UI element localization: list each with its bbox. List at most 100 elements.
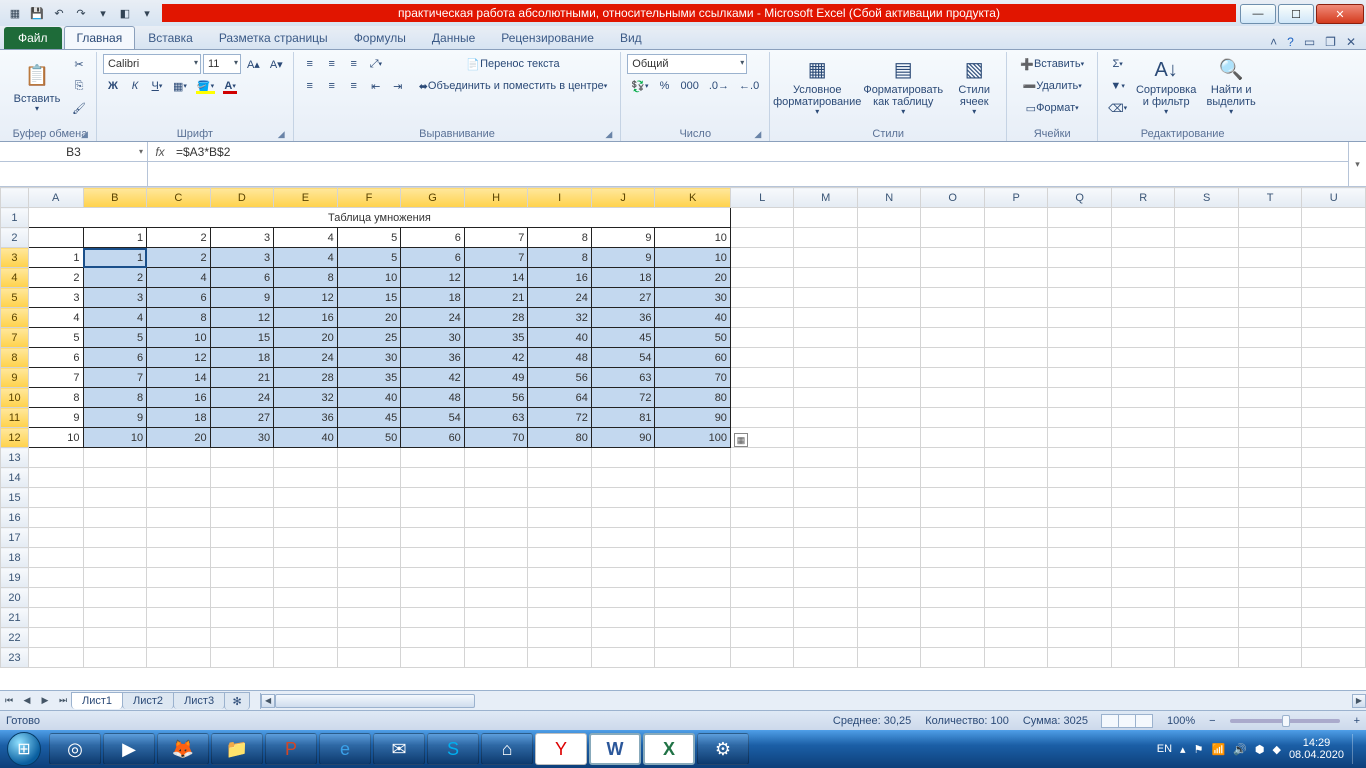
cell[interactable] bbox=[730, 588, 793, 608]
cell[interactable] bbox=[1238, 228, 1301, 248]
cell[interactable] bbox=[28, 448, 83, 468]
cell[interactable] bbox=[857, 268, 921, 288]
tray-ico1[interactable]: ⬢ bbox=[1255, 743, 1265, 756]
cell[interactable] bbox=[655, 488, 730, 508]
cell[interactable] bbox=[401, 628, 465, 648]
cell[interactable] bbox=[591, 608, 655, 628]
qat-dd-icon[interactable]: ▾ bbox=[138, 4, 156, 22]
cell[interactable]: 5 bbox=[337, 228, 401, 248]
col-header[interactable]: I bbox=[528, 188, 592, 208]
conditional-formatting-button[interactable]: ▦Условное форматирование▾ bbox=[776, 54, 858, 120]
cell[interactable] bbox=[1111, 308, 1175, 328]
cell[interactable] bbox=[794, 288, 858, 308]
cell[interactable] bbox=[857, 348, 921, 368]
cell[interactable] bbox=[857, 228, 921, 248]
taskbar-skype[interactable]: S bbox=[427, 733, 479, 765]
start-button[interactable]: ⊞ bbox=[0, 730, 48, 768]
cell[interactable] bbox=[1048, 648, 1112, 668]
cell[interactable] bbox=[591, 508, 655, 528]
cell[interactable] bbox=[655, 648, 730, 668]
cell[interactable] bbox=[401, 548, 465, 568]
cell[interactable]: 4 bbox=[274, 248, 338, 268]
cell[interactable]: 8 bbox=[274, 268, 338, 288]
cell[interactable] bbox=[274, 488, 338, 508]
cell[interactable]: 4 bbox=[28, 308, 83, 328]
cell[interactable]: 14 bbox=[464, 268, 528, 288]
cell[interactable] bbox=[1302, 248, 1366, 268]
cell[interactable] bbox=[984, 548, 1047, 568]
cell[interactable] bbox=[1302, 208, 1366, 228]
cell[interactable]: 6 bbox=[83, 348, 147, 368]
cell[interactable] bbox=[655, 448, 730, 468]
cell[interactable] bbox=[921, 408, 985, 428]
cell[interactable] bbox=[83, 548, 147, 568]
cell[interactable] bbox=[464, 588, 528, 608]
cell[interactable] bbox=[1302, 388, 1366, 408]
cell[interactable] bbox=[1175, 208, 1238, 228]
align-center-icon[interactable]: ≡ bbox=[322, 76, 342, 96]
cell[interactable] bbox=[1302, 448, 1366, 468]
cell[interactable] bbox=[1175, 448, 1238, 468]
cell[interactable] bbox=[730, 548, 793, 568]
row-header[interactable]: 15 bbox=[1, 488, 29, 508]
cell[interactable] bbox=[1048, 528, 1112, 548]
taskbar-ie[interactable]: e bbox=[319, 733, 371, 765]
cell[interactable] bbox=[1175, 348, 1238, 368]
cell[interactable] bbox=[1048, 568, 1112, 588]
cell[interactable]: 9 bbox=[28, 408, 83, 428]
cell[interactable]: 100 bbox=[655, 428, 730, 448]
cell[interactable] bbox=[1111, 448, 1175, 468]
cell[interactable] bbox=[655, 468, 730, 488]
cell[interactable] bbox=[401, 528, 465, 548]
cell[interactable] bbox=[274, 528, 338, 548]
indent-dec-icon[interactable]: ⇤ bbox=[366, 76, 386, 96]
indent-inc-icon[interactable]: ⇥ bbox=[388, 76, 408, 96]
cell[interactable]: 28 bbox=[274, 368, 338, 388]
qat-more-icon[interactable]: ▾ bbox=[94, 4, 112, 22]
copy-icon[interactable]: ⎘ bbox=[68, 76, 90, 96]
cell[interactable] bbox=[337, 608, 401, 628]
cell[interactable] bbox=[1111, 228, 1175, 248]
name-box[interactable]: B3▾ bbox=[0, 142, 147, 162]
worksheet-grid[interactable]: ABCDEFGHIJKLMNOPQRSTU1Таблица умножения2… bbox=[0, 187, 1366, 690]
cell[interactable]: 24 bbox=[401, 308, 465, 328]
clipboard-dialog-icon[interactable]: ◢ bbox=[81, 129, 88, 140]
cell[interactable]: 32 bbox=[274, 388, 338, 408]
cell[interactable] bbox=[1111, 608, 1175, 628]
cell[interactable] bbox=[921, 528, 985, 548]
cell[interactable] bbox=[730, 388, 793, 408]
cell[interactable] bbox=[1302, 308, 1366, 328]
cell[interactable] bbox=[1048, 228, 1112, 248]
cell[interactable] bbox=[1238, 468, 1301, 488]
tray-clock[interactable]: 14:29 08.04.2020 bbox=[1289, 737, 1344, 761]
cell[interactable]: 60 bbox=[401, 428, 465, 448]
cell[interactable] bbox=[1302, 488, 1366, 508]
cell[interactable] bbox=[528, 448, 592, 468]
align-top-icon[interactable]: ≡ bbox=[300, 54, 320, 74]
tray-ico2[interactable]: ◆ bbox=[1272, 743, 1280, 756]
cell[interactable] bbox=[401, 448, 465, 468]
cell[interactable] bbox=[921, 448, 985, 468]
cell[interactable] bbox=[210, 588, 274, 608]
cell[interactable] bbox=[857, 388, 921, 408]
cell[interactable] bbox=[655, 588, 730, 608]
cell[interactable] bbox=[794, 388, 858, 408]
cell[interactable] bbox=[655, 548, 730, 568]
cell[interactable]: 54 bbox=[591, 348, 655, 368]
col-header[interactable]: H bbox=[464, 188, 528, 208]
cell[interactable]: 4 bbox=[274, 228, 338, 248]
cell[interactable]: 24 bbox=[274, 348, 338, 368]
taskbar-app-2[interactable]: ▶ bbox=[103, 733, 155, 765]
cell[interactable] bbox=[984, 208, 1047, 228]
cell[interactable] bbox=[274, 608, 338, 628]
row-header[interactable]: 7 bbox=[1, 328, 29, 348]
cell[interactable]: 50 bbox=[655, 328, 730, 348]
cell[interactable] bbox=[1175, 508, 1238, 528]
cell[interactable] bbox=[1302, 508, 1366, 528]
cell[interactable]: 15 bbox=[210, 328, 274, 348]
cell[interactable]: 3 bbox=[83, 288, 147, 308]
cell[interactable]: 8 bbox=[83, 388, 147, 408]
cell[interactable] bbox=[1111, 268, 1175, 288]
cell[interactable] bbox=[1302, 628, 1366, 648]
cell[interactable] bbox=[1111, 248, 1175, 268]
